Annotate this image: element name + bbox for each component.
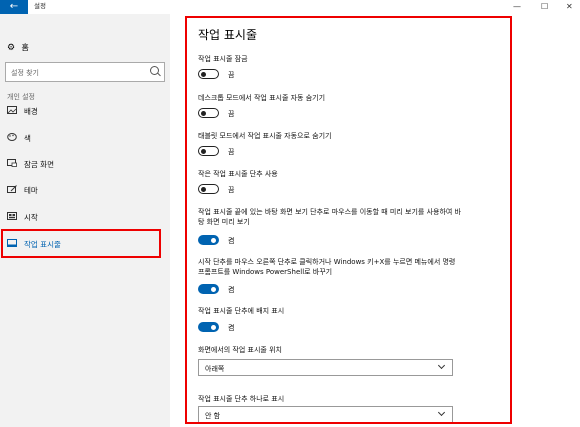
sidebar-item-label: 색 [24,134,31,143]
sidebar-item-start[interactable]: 시작 [0,206,170,228]
window-title: 설정 [34,2,46,10]
brush-icon [7,185,17,193]
sidebar-item-lock-screen[interactable]: 잠금 화면 [0,153,170,175]
search-placeholder: 설정 찾기 [11,69,39,77]
palette-icon [7,133,17,141]
sidebar: ⚙ 홈 설정 찾기 개인 설정 배경 색 잠금 화면 테마 시작 작업 표시줄 [0,14,170,427]
sidebar-item-label: 배경 [24,107,38,116]
highlight-box-taskbar [1,229,161,258]
sidebar-item-colors[interactable]: 색 [0,127,170,149]
back-button[interactable]: ← [0,0,28,14]
highlight-box-content [185,16,512,424]
sidebar-item-themes[interactable]: 테마 [0,179,170,201]
sidebar-item-label: 시작 [24,213,38,222]
minimize-button[interactable]: — [513,1,521,13]
search-icon [150,66,159,75]
sidebar-item-label: 잠금 화면 [24,160,54,169]
title-bar: ← 설정 — ☐ ✕ [0,0,580,14]
home-label: 홈 [21,43,29,52]
search-input[interactable]: 설정 찾기 [5,62,165,82]
start-icon [7,212,17,220]
close-button[interactable]: ✕ [566,1,573,13]
maximize-button[interactable]: ☐ [541,1,548,13]
home-link[interactable]: ⚙ 홈 [7,42,29,53]
sidebar-item-label: 테마 [24,186,38,195]
sidebar-item-background[interactable]: 배경 [0,100,170,122]
lock-screen-icon [7,159,17,167]
picture-icon [7,106,17,114]
gear-icon: ⚙ [7,43,16,53]
